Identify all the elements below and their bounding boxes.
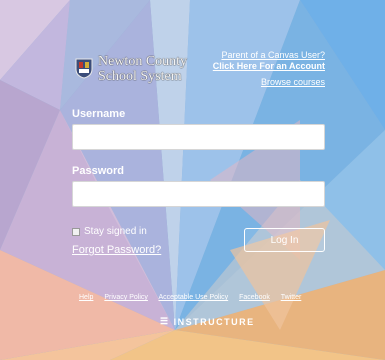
instructure-logo: ☰ INSTRUCTURE (160, 316, 255, 327)
footer-link-help[interactable]: Help (79, 294, 93, 301)
footer-link-twitter[interactable]: Twitter (281, 294, 302, 301)
login-button[interactable]: Log In (244, 228, 325, 252)
logo-line-2: School System (98, 69, 182, 84)
stay-signed-in-label: Stay signed in (84, 226, 147, 237)
username-input[interactable] (72, 124, 325, 150)
footer-link-acceptable-use[interactable]: Acceptable Use Policy (159, 294, 229, 301)
instructure-wordmark: INSTRUCTURE (173, 316, 255, 327)
school-logo: Newton County School System (74, 52, 194, 88)
stay-signed-in[interactable]: Stay signed in (72, 226, 147, 237)
username-label: Username (72, 108, 126, 120)
password-input[interactable] (72, 181, 325, 207)
parent-canvas-user-link[interactable]: Parent of a Canvas User? (221, 50, 325, 60)
top-links: Parent of a Canvas User? Click Here For … (213, 50, 325, 88)
browse-courses-link[interactable]: Browse courses (213, 77, 325, 88)
password-label: Password (72, 165, 124, 177)
instructure-icon: ☰ (160, 316, 170, 326)
school-seal-icon (75, 58, 93, 79)
footer-link-facebook[interactable]: Facebook (239, 294, 270, 301)
footer-links: Help Privacy Policy Acceptable Use Polic… (79, 294, 310, 301)
forgot-password-link[interactable]: Forgot Password? (72, 244, 161, 256)
logo-line-1: Newton County (98, 54, 188, 69)
footer-link-privacy[interactable]: Privacy Policy (104, 294, 148, 301)
create-account-link[interactable]: Click Here For an Account (213, 61, 325, 71)
stay-signed-in-checkbox[interactable] (72, 227, 80, 236)
